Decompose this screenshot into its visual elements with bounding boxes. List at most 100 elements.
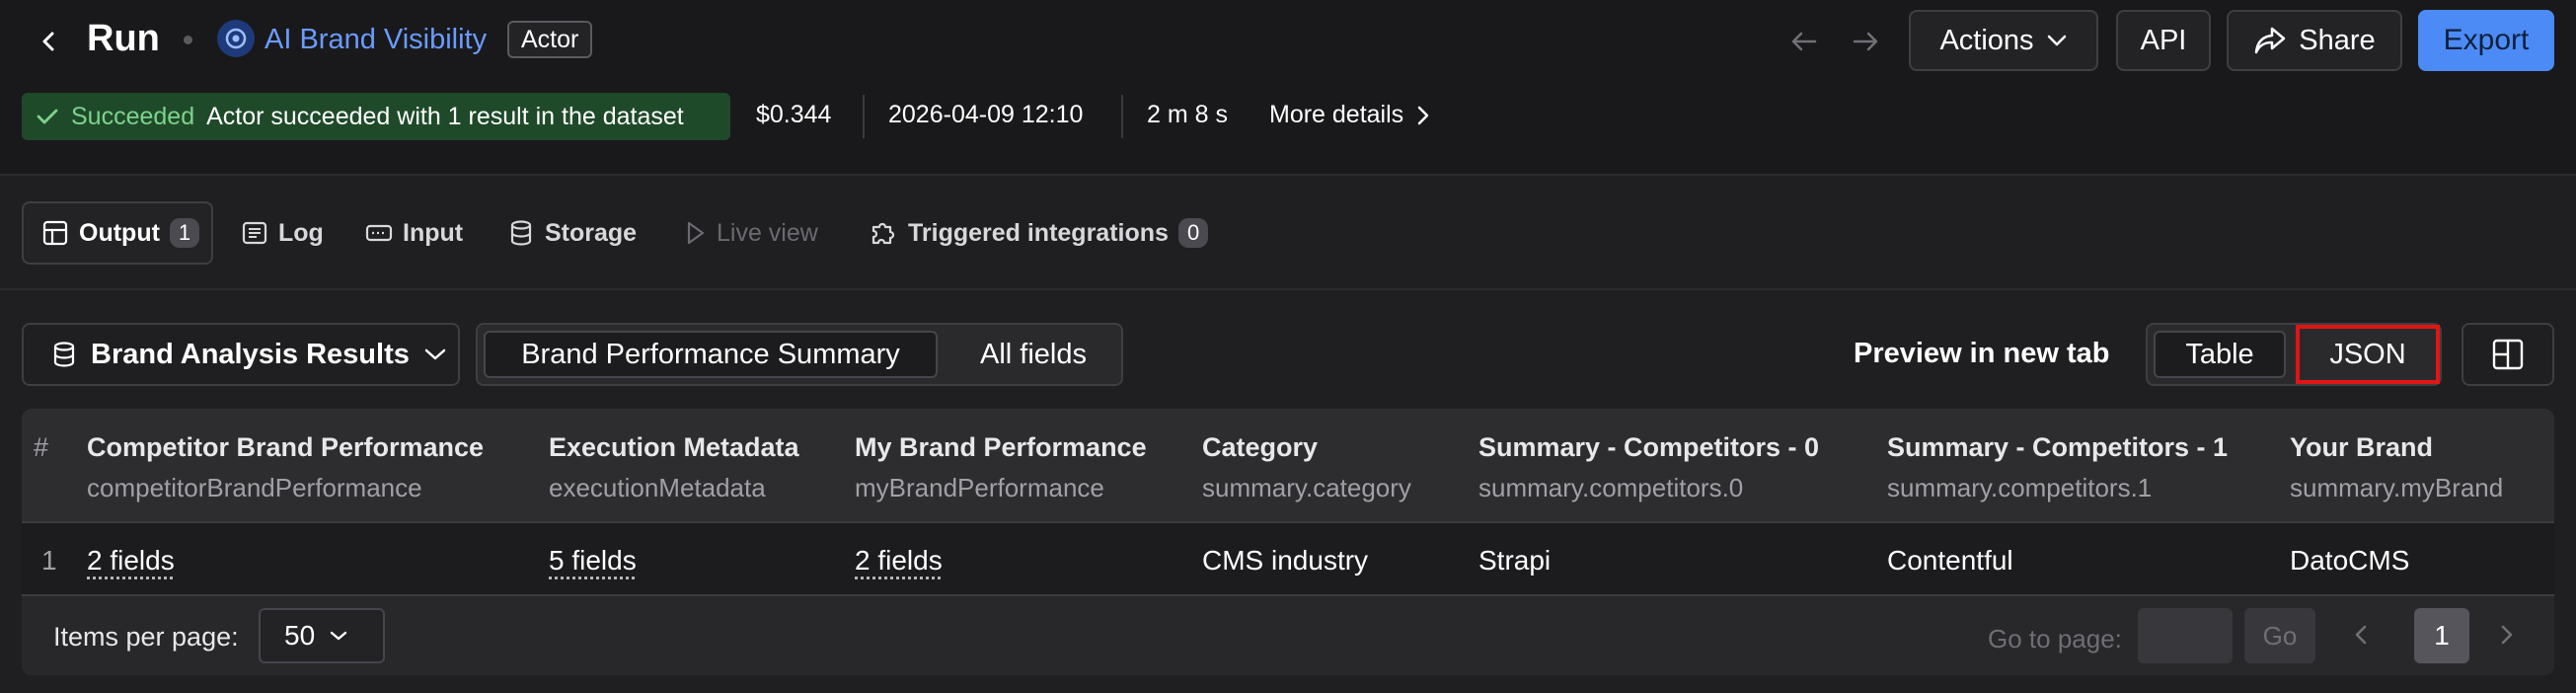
table-cell-link[interactable]: 2 fields	[855, 545, 943, 577]
column-header[interactable]: Your Brand summary.myBrand	[2290, 432, 2503, 503]
actor-avatar-icon	[217, 20, 255, 57]
column-header[interactable]: Competitor Brand Performance competitorB…	[87, 432, 484, 503]
table-header: # Competitor Brand Performance competito…	[22, 409, 2554, 523]
dataset-view-dropdown[interactable]: Brand Analysis Results	[22, 323, 460, 386]
chevron-left-icon	[42, 32, 54, 51]
layout-toggle-button[interactable]	[2462, 323, 2554, 386]
segment-brand-performance-summary[interactable]: Brand Performance Summary	[484, 331, 938, 378]
column-title: Summary - Competitors - 0	[1478, 432, 1820, 462]
status-state: Succeeded	[71, 102, 195, 130]
next-run-button[interactable]	[1846, 22, 1885, 61]
actor-badge: Actor	[507, 21, 593, 58]
section-divider	[0, 288, 2576, 290]
title-separator-dot	[184, 36, 192, 44]
tab-live-view[interactable]: Live view	[685, 201, 818, 265]
column-title: Execution Metadata	[549, 432, 799, 462]
more-details-label: More details	[1269, 101, 1404, 128]
tab-label: Storage	[545, 218, 638, 247]
column-header[interactable]: My Brand Performance myBrandPerformance	[855, 432, 1147, 503]
arrow-right-icon	[1853, 32, 1878, 51]
chevron-down-icon	[424, 348, 446, 360]
tab-label: Output	[79, 218, 160, 247]
back-button[interactable]	[30, 22, 69, 61]
next-page-button[interactable]	[2497, 618, 2517, 652]
chevron-down-icon	[2047, 35, 2066, 46]
column-key: summary.competitors.0	[1478, 473, 1744, 502]
items-per-page-label: Items per page:	[53, 622, 239, 652]
tab-triggered-integrations[interactable]: Triggered integrations 0	[869, 201, 1209, 265]
run-header: Run AI Brand Visibility Actor Actions AP…	[0, 0, 2576, 265]
database-icon	[510, 220, 532, 246]
share-icon	[2255, 27, 2286, 54]
run-duration: 2 m 8 s	[1147, 101, 1228, 128]
column-header[interactable]: Summary - Competitors - 0 summary.compet…	[1478, 432, 1819, 503]
tab-count: 0	[1177, 218, 1209, 248]
meta-divider	[1121, 95, 1123, 138]
column-title: Summary - Competitors - 1	[1887, 432, 2229, 462]
column-title: Competitor Brand Performance	[87, 432, 485, 462]
checkmark-icon	[37, 109, 58, 124]
previous-run-button[interactable]	[1784, 22, 1824, 61]
items-per-page-select[interactable]: 50	[259, 608, 385, 663]
table-cell-link[interactable]: 5 fields	[549, 545, 637, 577]
chevron-right-icon	[1417, 106, 1429, 124]
table-cell-link[interactable]: 2 fields	[87, 545, 175, 577]
chevron-right-icon	[2501, 625, 2513, 645]
column-key: executionMetadata	[549, 473, 766, 502]
tab-label: Input	[403, 218, 464, 247]
tab-count: 1	[169, 218, 200, 248]
go-to-page-label: Go to page:	[1988, 624, 2122, 654]
table-cell: Contentful	[1887, 545, 2013, 576]
database-icon	[53, 342, 75, 367]
tab-log[interactable]: Log	[241, 201, 324, 265]
chevron-down-icon	[330, 631, 347, 641]
status-message: Actor succeeded with 1 result in the dat…	[206, 102, 684, 130]
export-button[interactable]: Export	[2418, 10, 2554, 71]
column-header[interactable]: Summary - Competitors - 1 summary.compet…	[1887, 432, 2228, 503]
index-header-label: #	[34, 432, 49, 462]
table-cell: Strapi	[1478, 545, 1552, 576]
share-label: Share	[2299, 24, 2376, 56]
tab-label: Triggered integrations	[908, 218, 1169, 247]
dataset-view-label: Brand Analysis Results	[91, 338, 410, 370]
column-key: summary.competitors.1	[1887, 473, 2153, 502]
page-title: Run	[87, 18, 160, 59]
api-button[interactable]: API	[2116, 10, 2211, 71]
previous-page-button[interactable]	[2351, 618, 2371, 652]
column-title: Your Brand	[2290, 432, 2434, 462]
segment-all-fields[interactable]: All fields	[949, 331, 1117, 378]
actions-label: Actions	[1939, 24, 2034, 56]
column-key: summary.myBrand	[2290, 473, 2504, 502]
api-label: API	[2140, 24, 2187, 56]
tab-output[interactable]: Output 1	[22, 201, 213, 265]
view-table-button[interactable]: Table	[2154, 331, 2286, 378]
actor-name-link[interactable]: AI Brand Visibility	[265, 24, 487, 56]
tab-label: Log	[278, 218, 324, 247]
column-key: competitorBrandPerformance	[87, 473, 422, 502]
view-json-button[interactable]: JSON	[2296, 325, 2440, 384]
go-to-page-input[interactable]	[2138, 608, 2233, 663]
column-header[interactable]: Execution Metadata executionMetadata	[549, 432, 799, 503]
results-table: # Competitor Brand Performance competito…	[22, 409, 2554, 675]
tab-label: Live view	[717, 218, 818, 247]
chevron-left-icon	[2355, 625, 2367, 645]
actions-button[interactable]: Actions	[1909, 10, 2098, 71]
share-button[interactable]: Share	[2227, 10, 2402, 71]
play-icon	[687, 221, 705, 245]
tab-storage[interactable]: Storage	[507, 201, 637, 265]
preview-in-new-tab-link[interactable]: Preview in new tab	[1854, 338, 2109, 370]
puzzle-icon	[871, 222, 895, 245]
column-header-index: #	[34, 432, 48, 463]
view-mode-toggle: Table JSON	[2146, 323, 2442, 386]
tab-input[interactable]: Input	[365, 201, 463, 265]
row-index: 1	[41, 545, 57, 576]
input-icon	[365, 224, 393, 242]
current-page-button[interactable]: 1	[2414, 608, 2469, 663]
column-title: Category	[1202, 432, 1319, 462]
go-button[interactable]: Go	[2244, 608, 2315, 663]
arrow-left-icon	[1791, 32, 1817, 51]
layout-icon	[2492, 339, 2524, 370]
table-cell: CMS industry	[1202, 545, 1369, 576]
column-header[interactable]: Category summary.category	[1202, 432, 1411, 503]
more-details-link[interactable]: More details	[1269, 101, 1431, 129]
